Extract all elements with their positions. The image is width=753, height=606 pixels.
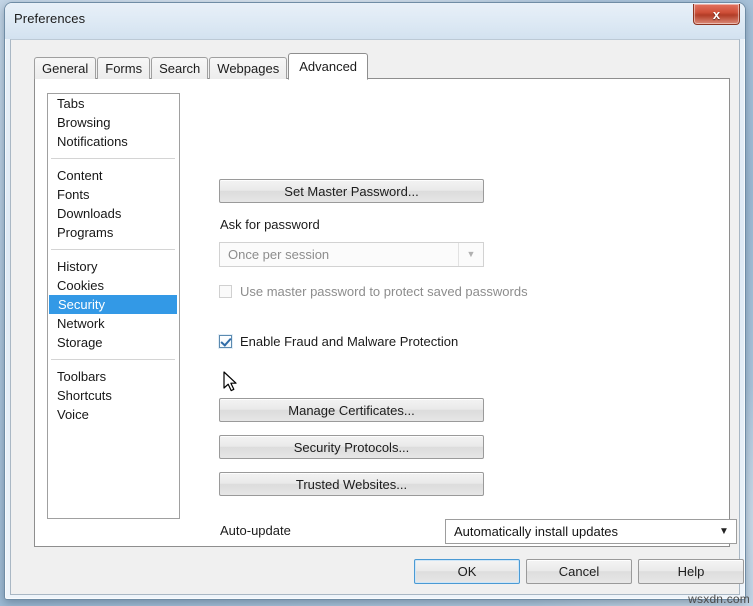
sidebar-item-shortcuts[interactable]: Shortcuts bbox=[48, 386, 179, 405]
enable-fraud-protection-row[interactable]: Enable Fraud and Malware Protection bbox=[219, 334, 458, 349]
tab-advanced[interactable]: Advanced bbox=[288, 53, 369, 80]
sidebar-item-notifications[interactable]: Notifications bbox=[48, 132, 179, 151]
sidebar-item-tabs[interactable]: Tabs bbox=[48, 94, 179, 113]
ask-for-password-label: Ask for password bbox=[220, 217, 320, 232]
window-title-bar[interactable]: Preferences x bbox=[5, 3, 745, 39]
preferences-window: Preferences x General Forms Search Webpages… bbox=[4, 2, 746, 600]
sidebar-item-cookies[interactable]: Cookies bbox=[48, 276, 179, 295]
watermark: wsxdn.com bbox=[688, 592, 750, 606]
tab-strip: General Forms Search Webpages Advanced bbox=[34, 53, 369, 80]
security-settings-pane: Set Master Password... Ask for password … bbox=[195, 79, 737, 546]
ask-for-password-value: Once per session bbox=[228, 247, 330, 262]
sidebar-divider bbox=[51, 359, 175, 360]
tab-forms[interactable]: Forms bbox=[97, 57, 151, 79]
auto-update-value: Automatically install updates bbox=[454, 524, 619, 539]
sidebar-group: History Cookies Security Network Storage bbox=[48, 257, 179, 352]
tab-webpages[interactable]: Webpages bbox=[209, 57, 288, 79]
ask-for-password-dropdown: Once per session ▼ bbox=[219, 242, 484, 267]
chevron-down-icon: ▼ bbox=[458, 243, 483, 266]
sidebar-item-security[interactable]: Security bbox=[49, 295, 177, 314]
sidebar-group: Content Fonts Downloads Programs bbox=[48, 166, 179, 242]
tab-search[interactable]: Search bbox=[151, 57, 209, 79]
sidebar-item-toolbars[interactable]: Toolbars bbox=[48, 367, 179, 386]
auto-update-dropdown[interactable]: Automatically install updates ▼ bbox=[445, 519, 737, 544]
window-title: Preferences bbox=[14, 11, 86, 26]
enable-fraud-protection-label: Enable Fraud and Malware Protection bbox=[240, 334, 459, 349]
sidebar-item-programs[interactable]: Programs bbox=[48, 223, 179, 242]
tab-general[interactable]: General bbox=[34, 57, 97, 79]
sidebar-divider bbox=[51, 249, 175, 250]
settings-category-list[interactable]: Tabs Browsing Notifications Content Fonts Dow… bbox=[47, 93, 180, 519]
trusted-websites-button[interactable]: Trusted Websites... bbox=[219, 472, 484, 496]
sidebar-item-content[interactable]: Content bbox=[48, 166, 179, 185]
sidebar-divider bbox=[51, 158, 175, 159]
close-window-button[interactable]: x bbox=[693, 4, 740, 25]
use-master-password-row: Use master password to protect saved pas… bbox=[219, 284, 528, 299]
sidebar-item-browsing[interactable]: Browsing bbox=[48, 113, 179, 132]
use-master-password-label: Use master password to protect saved pas… bbox=[240, 284, 528, 299]
dialog-footer: OK Cancel Help bbox=[11, 547, 744, 596]
tab-content-panel: Tabs Browsing Notifications Content Fonts Dow… bbox=[34, 78, 737, 547]
set-master-password-button[interactable]: Set Master Password... bbox=[219, 179, 484, 203]
chevron-down-icon: ▼ bbox=[719, 525, 729, 537]
use-master-password-checkbox bbox=[219, 285, 232, 298]
cancel-button[interactable]: Cancel bbox=[526, 559, 632, 584]
auto-update-label: Auto-update bbox=[220, 523, 291, 538]
sidebar-item-voice[interactable]: Voice bbox=[48, 405, 179, 424]
sidebar-item-storage[interactable]: Storage bbox=[48, 333, 179, 352]
help-button[interactable]: Help bbox=[638, 559, 744, 584]
sidebar-group: Tabs Browsing Notifications bbox=[48, 94, 179, 151]
dialog-body: General Forms Search Webpages Advanced Tabs B… bbox=[10, 39, 744, 596]
security-protocols-button[interactable]: Security Protocols... bbox=[219, 435, 484, 459]
ok-button[interactable]: OK bbox=[414, 559, 520, 584]
enable-fraud-protection-checkbox[interactable] bbox=[219, 335, 232, 348]
manage-certificates-button[interactable]: Manage Certificates... bbox=[219, 398, 484, 422]
sidebar-item-network[interactable]: Network bbox=[48, 314, 179, 333]
sidebar-item-fonts[interactable]: Fonts bbox=[48, 185, 179, 204]
sidebar-item-downloads[interactable]: Downloads bbox=[48, 204, 179, 223]
sidebar-group: Toolbars Shortcuts Voice bbox=[48, 367, 179, 424]
sidebar-item-history[interactable]: History bbox=[48, 257, 179, 276]
close-icon: x bbox=[712, 6, 721, 22]
